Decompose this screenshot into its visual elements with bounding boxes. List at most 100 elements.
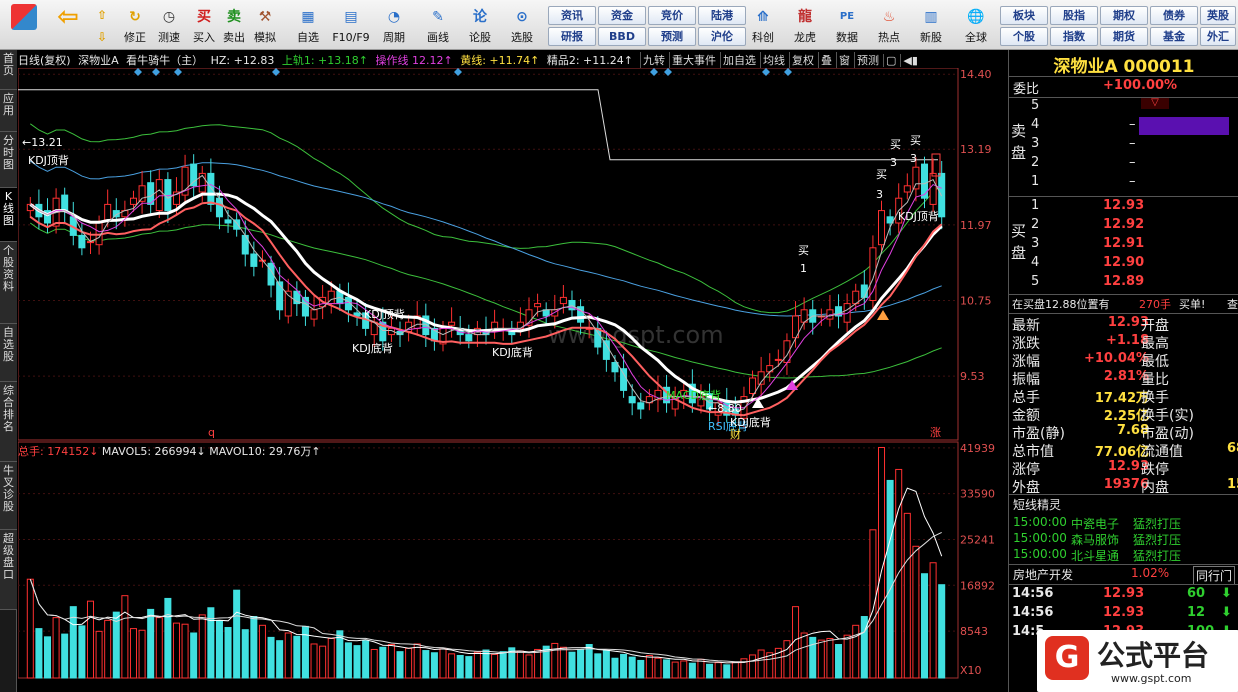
data-button[interactable]: PE 数据	[828, 2, 866, 48]
home-button[interactable]	[4, 2, 44, 48]
kline-chart[interactable]: www.gspt.com 14.40 13.19 11.97 10.75 9.53 419…	[18, 68, 1008, 690]
funds-flow-button[interactable]: 资金	[598, 6, 646, 25]
stat-label-2: 开盘	[1141, 318, 1169, 334]
predict-button[interactable]: 预测	[854, 52, 881, 68]
draw-line-button[interactable]: ✎ 画线	[418, 2, 458, 48]
buy-order-row[interactable]: 3 12.91	[1009, 236, 1238, 254]
buy-order-row[interactable]: 1 12.93	[1009, 198, 1238, 216]
add-watch-button[interactable]: 加自选	[720, 52, 758, 68]
funds-button[interactable]: 基金	[1150, 27, 1198, 46]
research-button[interactable]: 研报	[548, 27, 596, 46]
volume-bar-up	[155, 617, 163, 679]
futures-button[interactable]: 期货	[1100, 27, 1148, 46]
sell-order-row[interactable]: 5	[1009, 98, 1238, 116]
f10-button[interactable]: ▤ F10/F9	[330, 2, 372, 48]
period-text[interactable]: 日线(复权)	[18, 54, 71, 67]
tab-intraday[interactable]: 分时图	[0, 132, 17, 188]
adjust-button[interactable]: 复权	[789, 52, 816, 68]
nine-turn-button[interactable]: 九转	[640, 52, 667, 68]
overlay-button[interactable]: 叠	[818, 52, 834, 68]
scroll-down-button[interactable]: ⇩	[92, 26, 112, 49]
volume-bar-up	[138, 629, 146, 679]
candle-down	[637, 402, 645, 410]
volume-bar-up	[86, 600, 94, 679]
hot-button[interactable]: ♨ 热点	[870, 2, 908, 48]
sell-order-row[interactable]: 1–	[1009, 174, 1238, 192]
candle-down	[276, 281, 284, 311]
sell-order-row[interactable]: 2–	[1009, 155, 1238, 173]
axis-labels: 14.40 13.19 11.97 10.75 9.53 41939 33590 25241 1…	[960, 68, 995, 677]
volume-bar-down	[35, 628, 43, 679]
buy-price: 12.91	[1103, 236, 1145, 251]
sprite-stock: 森马服饰	[1071, 533, 1120, 547]
stocks-button[interactable]: 个股	[1000, 27, 1048, 46]
volume-bar-up	[448, 653, 456, 679]
index-futures-button[interactable]: 股指	[1050, 6, 1098, 25]
tab-apps[interactable]: 应用	[0, 90, 17, 132]
shanghai-london-button[interactable]: 沪伦	[698, 27, 746, 46]
candle-up	[155, 179, 163, 212]
bid-alert-row[interactable]: 在买盘12.88位置有 270手 买单! 查	[1009, 296, 1238, 314]
tab-stock-profile[interactable]: 个股资料	[0, 242, 17, 324]
window-button[interactable]: 窗	[836, 52, 852, 68]
news-button[interactable]: 资讯	[548, 6, 596, 25]
candle-down	[860, 284, 868, 298]
auction-button[interactable]: 竞价	[648, 6, 696, 25]
bbd-button[interactable]: BBD	[598, 27, 646, 46]
pe-icon: PE	[839, 11, 855, 22]
period-icon: ◔	[387, 9, 401, 25]
major-events-button[interactable]: 重大事件	[669, 52, 718, 68]
hk-connect-button[interactable]: 陆港	[698, 6, 746, 25]
stock-picker-button[interactable]: ⊙ 选股	[500, 2, 544, 48]
uk-stocks-button[interactable]: 英股	[1200, 6, 1236, 25]
forex-button[interactable]: 外汇	[1200, 27, 1236, 46]
arrow-up-icon: ⇧	[96, 8, 108, 22]
buy-order-row[interactable]: 5 12.89	[1009, 274, 1238, 292]
indices-button[interactable]: 指数	[1050, 27, 1098, 46]
bonds-button[interactable]: 债券	[1150, 6, 1198, 25]
global-button[interactable]: 🌐 全球	[954, 2, 998, 48]
tab-super-quote[interactable]: 超级盘口	[0, 530, 17, 610]
volume-bar-down	[628, 656, 636, 679]
buy-level: 5	[1031, 274, 1040, 289]
back-button[interactable]: ⇦	[48, 2, 88, 48]
indicator-name[interactable]: 看牛骑牛（主）	[126, 54, 203, 67]
sprite-row[interactable]: 15:00:00 北斗星通 猛烈打压	[1009, 547, 1238, 565]
lock-icon[interactable]: ▢	[883, 54, 898, 67]
stat-label-2: 换手(实)	[1141, 408, 1194, 424]
period-button[interactable]: ◔ 周期	[374, 2, 414, 48]
discuss-button[interactable]: 论论股	[462, 2, 498, 48]
watchlist-button[interactable]: ▦ 自选	[288, 2, 328, 48]
sprite-stock: 中瓷电子	[1071, 517, 1120, 531]
tab-ranking[interactable]: 综合排名	[0, 382, 17, 462]
candle-down	[61, 194, 69, 212]
dragon-tiger-button[interactable]: 龍龙虎	[786, 2, 824, 48]
forecast-button[interactable]: 预测	[648, 27, 696, 46]
stat-row: 涨停 12.93 跌停	[1009, 459, 1238, 478]
star-market-button[interactable]: ⟰ 科创	[744, 2, 782, 48]
buy-order-row[interactable]: 2 12.92	[1009, 217, 1238, 235]
speed-test-button[interactable]: ◷ 测速	[152, 2, 186, 48]
ma-button[interactable]: 均线	[760, 52, 787, 68]
tab-home[interactable]: 首页	[0, 50, 17, 90]
sell-button[interactable]: 卖卖出	[220, 2, 248, 48]
buy-order-row[interactable]: 4 12.90	[1009, 255, 1238, 273]
volume-tick-label: 33590	[960, 488, 995, 501]
tab-watchlist[interactable]: 自选股	[0, 324, 17, 382]
buy-level: 4	[1031, 255, 1040, 270]
ipo-button[interactable]: ▥ 新股	[912, 2, 950, 48]
volume-tick-label: 41939	[960, 442, 995, 455]
options-button[interactable]: 期权	[1100, 6, 1148, 25]
sector-row[interactable]: 房地产开发 1.02% 同行门	[1009, 566, 1238, 585]
volume-tick-label: 8543	[960, 625, 988, 638]
sector-button[interactable]: 板块	[1000, 6, 1048, 25]
simulate-button[interactable]: ⚒ 模拟	[250, 2, 280, 48]
volume-bar-up	[929, 562, 937, 679]
sell-order-row[interactable]: 3–	[1009, 136, 1238, 154]
expand-icon[interactable]: ◀▮	[900, 54, 920, 67]
refresh-button[interactable]: ↻ 修正	[118, 2, 152, 48]
tab-kline[interactable]: K线图	[0, 188, 17, 242]
tab-diagnosis[interactable]: 牛叉诊股	[0, 462, 17, 530]
buy-label: 买入	[193, 31, 215, 44]
buy-button[interactable]: 买买入	[190, 2, 218, 48]
